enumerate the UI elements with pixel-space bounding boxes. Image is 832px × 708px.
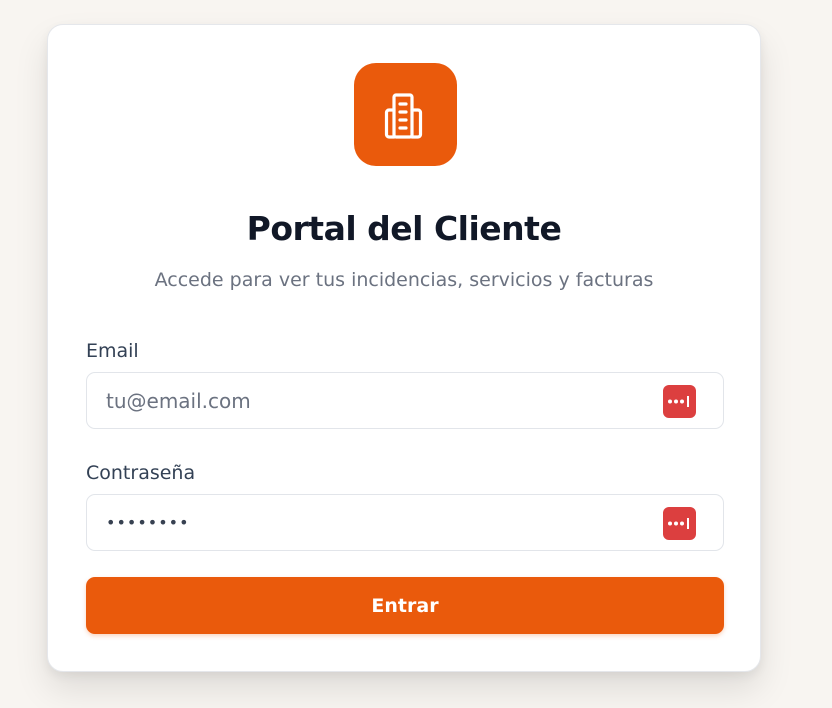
page-subtitle: Accede para ver tus incidencias, servici…	[154, 269, 654, 291]
password-label: Contraseña	[86, 462, 196, 484]
dots-icon	[668, 518, 689, 529]
logo	[354, 63, 457, 166]
email-input[interactable]	[87, 373, 657, 428]
password-manager-icon[interactable]	[663, 385, 696, 418]
submit-button[interactable]: Entrar	[86, 577, 724, 634]
email-field[interactable]	[86, 372, 724, 429]
dots-icon	[668, 396, 689, 407]
login-card: Portal del Cliente Accede para ver tus i…	[47, 24, 761, 672]
password-manager-icon[interactable]	[663, 507, 696, 540]
email-label: Email	[86, 340, 139, 362]
password-field[interactable]	[86, 494, 724, 551]
building-icon	[384, 92, 422, 139]
page-title: Portal del Cliente	[246, 209, 562, 248]
password-input[interactable]	[87, 495, 657, 550]
